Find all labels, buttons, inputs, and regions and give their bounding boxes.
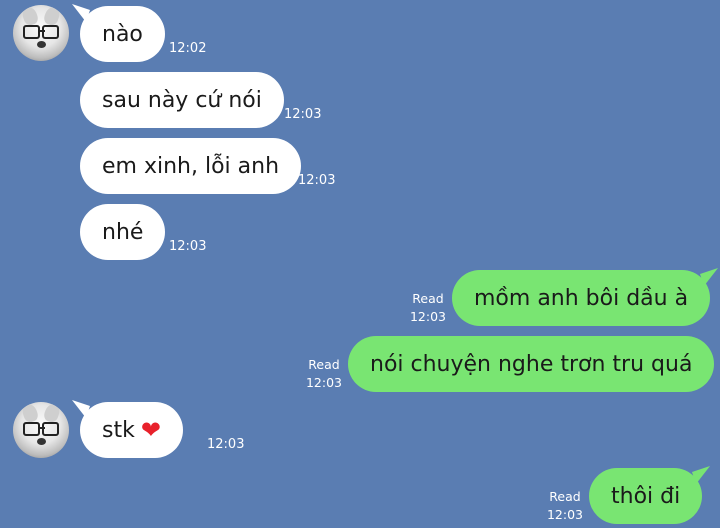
message-timestamp: 12:03 <box>298 173 336 188</box>
incoming-message-bubble[interactable]: sau này cứ nói <box>80 72 284 128</box>
outgoing-message-bubble[interactable]: thôi đi <box>589 466 711 524</box>
message-text: sau này cứ nói <box>102 87 262 113</box>
message-text: stk <box>102 417 135 443</box>
message-text: nhé <box>102 219 144 245</box>
message-text: mồm anh bôi dầu à <box>474 285 689 311</box>
message-timestamp: 12:03 <box>546 507 584 522</box>
incoming-message-bubble[interactable]: stk ❤ <box>72 400 183 458</box>
contact-avatar[interactable] <box>13 5 69 61</box>
read-status: Read <box>412 291 444 306</box>
message-timestamp: 12:03 <box>207 437 245 452</box>
incoming-message-bubble[interactable]: nào <box>72 4 165 62</box>
message-text: nói chuyện nghe trơn tru quá <box>370 351 693 377</box>
bubble-tail-icon <box>700 268 719 286</box>
outgoing-message-bubble[interactable]: mồm anh bôi dầu à <box>452 268 719 326</box>
glasses-icon <box>23 25 59 39</box>
contact-avatar[interactable] <box>13 402 69 458</box>
bubble-tail-icon <box>692 466 711 484</box>
message-text: thôi đi <box>611 483 681 509</box>
glasses-icon <box>23 422 59 436</box>
message-timestamp: 12:02 <box>169 41 207 56</box>
message-text: em xinh, lỗi anh <box>102 153 280 179</box>
message-meta: Read 12:03 <box>545 488 585 524</box>
message-text: nào <box>102 21 143 47</box>
outgoing-message-bubble[interactable]: nói chuyện nghe trơn tru quá <box>348 336 715 392</box>
incoming-message-bubble[interactable]: nhé <box>80 204 166 260</box>
bubble-tail-icon <box>72 400 90 418</box>
message-timestamp: 12:03 <box>409 309 447 324</box>
message-timestamp: 12:03 <box>305 375 343 390</box>
read-status: Read <box>308 357 340 372</box>
incoming-message-bubble[interactable]: em xinh, lỗi anh <box>80 138 302 194</box>
bubble-tail-icon <box>72 4 90 22</box>
message-meta: Read 12:03 <box>304 356 344 392</box>
message-timestamp: 12:03 <box>284 107 322 122</box>
message-meta: Read 12:03 <box>408 290 448 326</box>
message-timestamp: 12:03 <box>169 239 207 254</box>
heart-icon: ❤ <box>140 416 161 444</box>
read-status: Read <box>549 489 581 504</box>
